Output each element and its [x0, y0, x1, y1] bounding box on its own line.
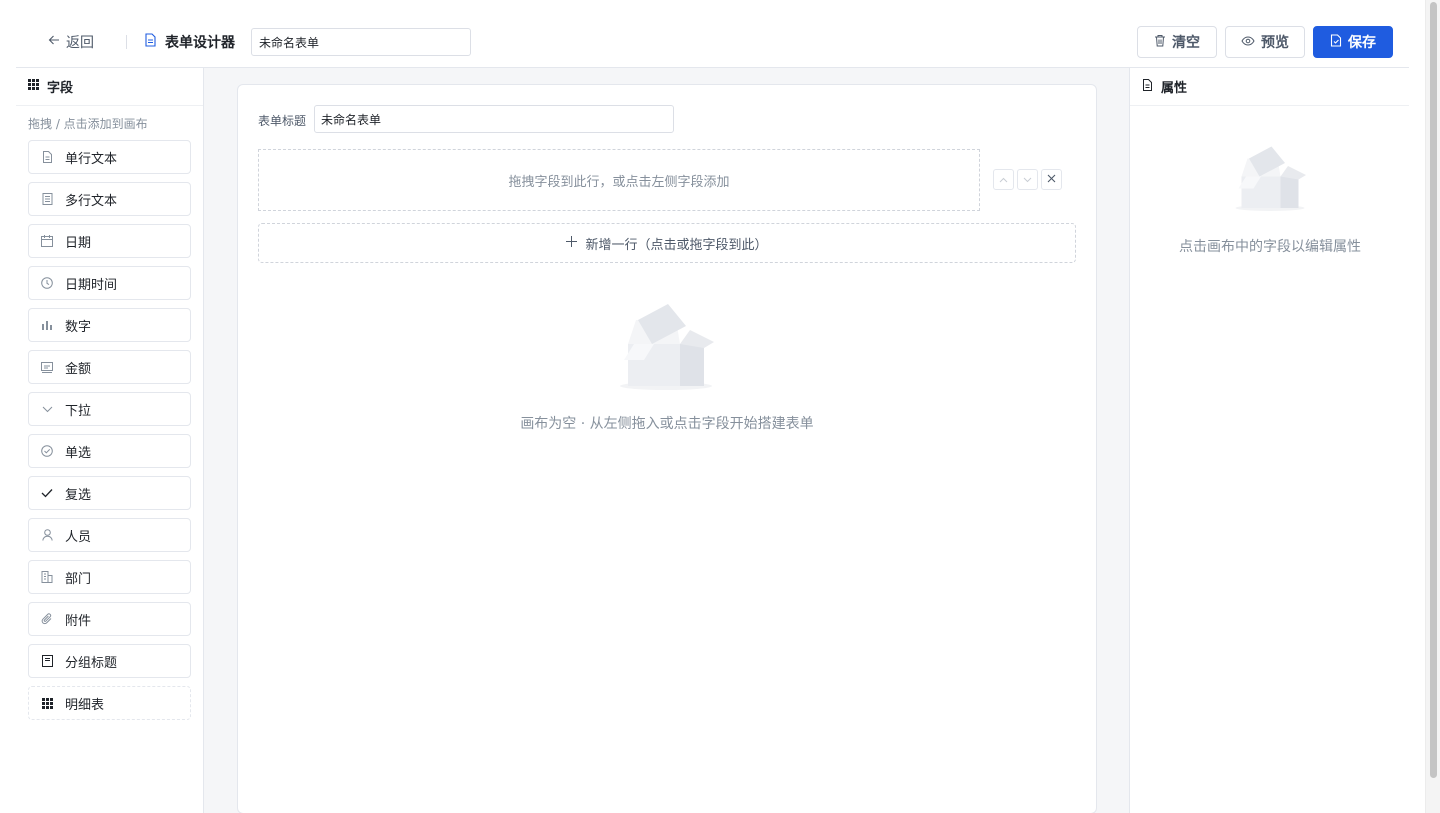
field-list: 单行文本 多行文本 日期 日期时间 数字 金额 下拉 单选 复选 人员 部门 附…	[28, 140, 191, 728]
clear-button[interactable]: 清空	[1137, 26, 1217, 58]
user-icon	[41, 529, 53, 541]
field-item-department[interactable]: 部门	[28, 560, 191, 594]
field-item-amount[interactable]: 金额	[28, 350, 191, 384]
field-item-label: 多行文本	[65, 193, 118, 209]
chevron-down-icon	[41, 403, 53, 415]
field-item-datetime[interactable]: 日期时间	[28, 266, 191, 300]
field-item-label: 明细表	[65, 697, 105, 713]
properties-empty-text: 点击画布中的字段以编辑属性	[1179, 239, 1361, 255]
field-item-label: 分组标题	[65, 655, 118, 671]
radio-check-icon	[41, 445, 53, 457]
clock-icon	[41, 277, 53, 289]
field-item-label: 日期时间	[65, 277, 118, 293]
arrow-left-icon	[48, 34, 60, 50]
field-item-detail-table[interactable]: 明细表	[28, 686, 191, 720]
field-item-single-line-text[interactable]: 单行文本	[28, 140, 191, 174]
empty-box-illustration	[618, 300, 714, 396]
field-item-label: 复选	[65, 487, 92, 503]
save-document-icon	[1330, 33, 1342, 51]
page-title-text: 表单设计器	[165, 35, 235, 51]
empty-canvas-text: 画布为空 · 从左侧拖入或点击字段开始搭建表单	[520, 416, 814, 432]
field-item-radio[interactable]: 单选	[28, 434, 191, 468]
field-item-label: 单选	[65, 445, 92, 461]
properties-panel-title: 属性	[1161, 81, 1188, 96]
field-item-label: 部门	[65, 571, 92, 587]
back-label: 返回	[66, 35, 94, 51]
clear-button-label: 清空	[1172, 35, 1200, 51]
trash-icon	[1154, 34, 1166, 51]
check-icon	[41, 487, 53, 499]
header-divider	[126, 35, 127, 49]
field-item-label: 日期	[65, 235, 92, 251]
form-canvas[interactable]: 表单标题 拖拽字段到此行，或点击左侧字段添加 新增一行（点击或拖字段到此）	[237, 84, 1097, 813]
field-item-attachment[interactable]: 附件	[28, 602, 191, 636]
empty-box-illustration	[1234, 143, 1306, 217]
properties-panel-header: 属性	[1130, 68, 1409, 106]
drop-row[interactable]: 拖拽字段到此行，或点击左侧字段添加	[258, 149, 980, 211]
delete-row-button[interactable]	[1041, 169, 1062, 190]
form-name-input[interactable]	[251, 28, 471, 56]
paperclip-icon	[41, 613, 53, 625]
field-item-label: 附件	[65, 613, 92, 629]
field-item-date[interactable]: 日期	[28, 224, 191, 258]
field-item-dropdown[interactable]: 下拉	[28, 392, 191, 426]
bar-chart-icon	[41, 319, 53, 331]
document-icon	[41, 151, 53, 163]
preview-button-label: 预览	[1261, 35, 1289, 51]
page-scrollbar[interactable]	[1425, 0, 1440, 813]
field-item-multi-line-text[interactable]: 多行文本	[28, 182, 191, 216]
field-item-checkbox[interactable]: 复选	[28, 476, 191, 510]
group-title-icon	[41, 655, 53, 667]
field-item-person[interactable]: 人员	[28, 518, 191, 552]
plus-icon	[566, 235, 578, 251]
grid-icon	[41, 697, 53, 709]
preview-button[interactable]: 预览	[1225, 26, 1305, 58]
field-item-label: 单行文本	[65, 151, 118, 167]
field-item-label: 数字	[65, 319, 92, 335]
form-title-input[interactable]	[314, 105, 674, 133]
money-icon	[41, 361, 53, 373]
field-item-label: 下拉	[65, 403, 92, 419]
close-icon	[1047, 172, 1056, 187]
move-row-up-button[interactable]	[993, 169, 1014, 190]
add-row-button[interactable]: 新增一行（点击或拖字段到此）	[258, 223, 1076, 263]
multiline-icon	[41, 193, 53, 205]
drop-row-hint: 拖拽字段到此行，或点击左侧字段添加	[508, 174, 730, 190]
grid-icon	[28, 79, 39, 94]
field-item-group-title[interactable]: 分组标题	[28, 644, 191, 678]
field-item-label: 人员	[65, 529, 92, 545]
save-button[interactable]: 保存	[1313, 26, 1393, 58]
add-row-label: 新增一行（点击或拖字段到此）	[585, 237, 768, 253]
back-button[interactable]: 返回	[48, 32, 94, 52]
field-item-number[interactable]: 数字	[28, 308, 191, 342]
field-item-label: 金额	[65, 361, 92, 377]
fields-panel: 字段 拖拽 / 点击添加到画布 单行文本 多行文本 日期 日期时间 数字 金额	[16, 68, 204, 813]
canvas-area: 表单标题 拖拽字段到此行，或点击左侧字段添加 新增一行（点击或拖字段到此）	[204, 68, 1129, 813]
scrollbar-thumb[interactable]	[1430, 2, 1437, 778]
top-toolbar: 返回 表单设计器 清空 预览 保存	[16, 0, 1409, 68]
move-row-down-button[interactable]	[1017, 169, 1038, 190]
chevron-up-icon	[999, 172, 1008, 187]
fields-panel-title: 字段	[47, 81, 74, 96]
document-icon	[1142, 78, 1153, 95]
page-title: 表单设计器	[144, 32, 235, 52]
fields-hint: 拖拽 / 点击添加到画布	[28, 117, 148, 131]
form-title-label: 表单标题	[258, 114, 307, 128]
fields-panel-header: 字段	[16, 68, 203, 106]
document-icon	[144, 33, 157, 51]
save-button-label: 保存	[1348, 35, 1376, 51]
building-icon	[41, 571, 53, 583]
chevron-down-icon	[1023, 172, 1032, 187]
calendar-icon	[41, 235, 53, 247]
eye-icon	[1241, 34, 1255, 50]
properties-panel: 属性 点击画布中的字段以编辑属性	[1129, 68, 1409, 813]
